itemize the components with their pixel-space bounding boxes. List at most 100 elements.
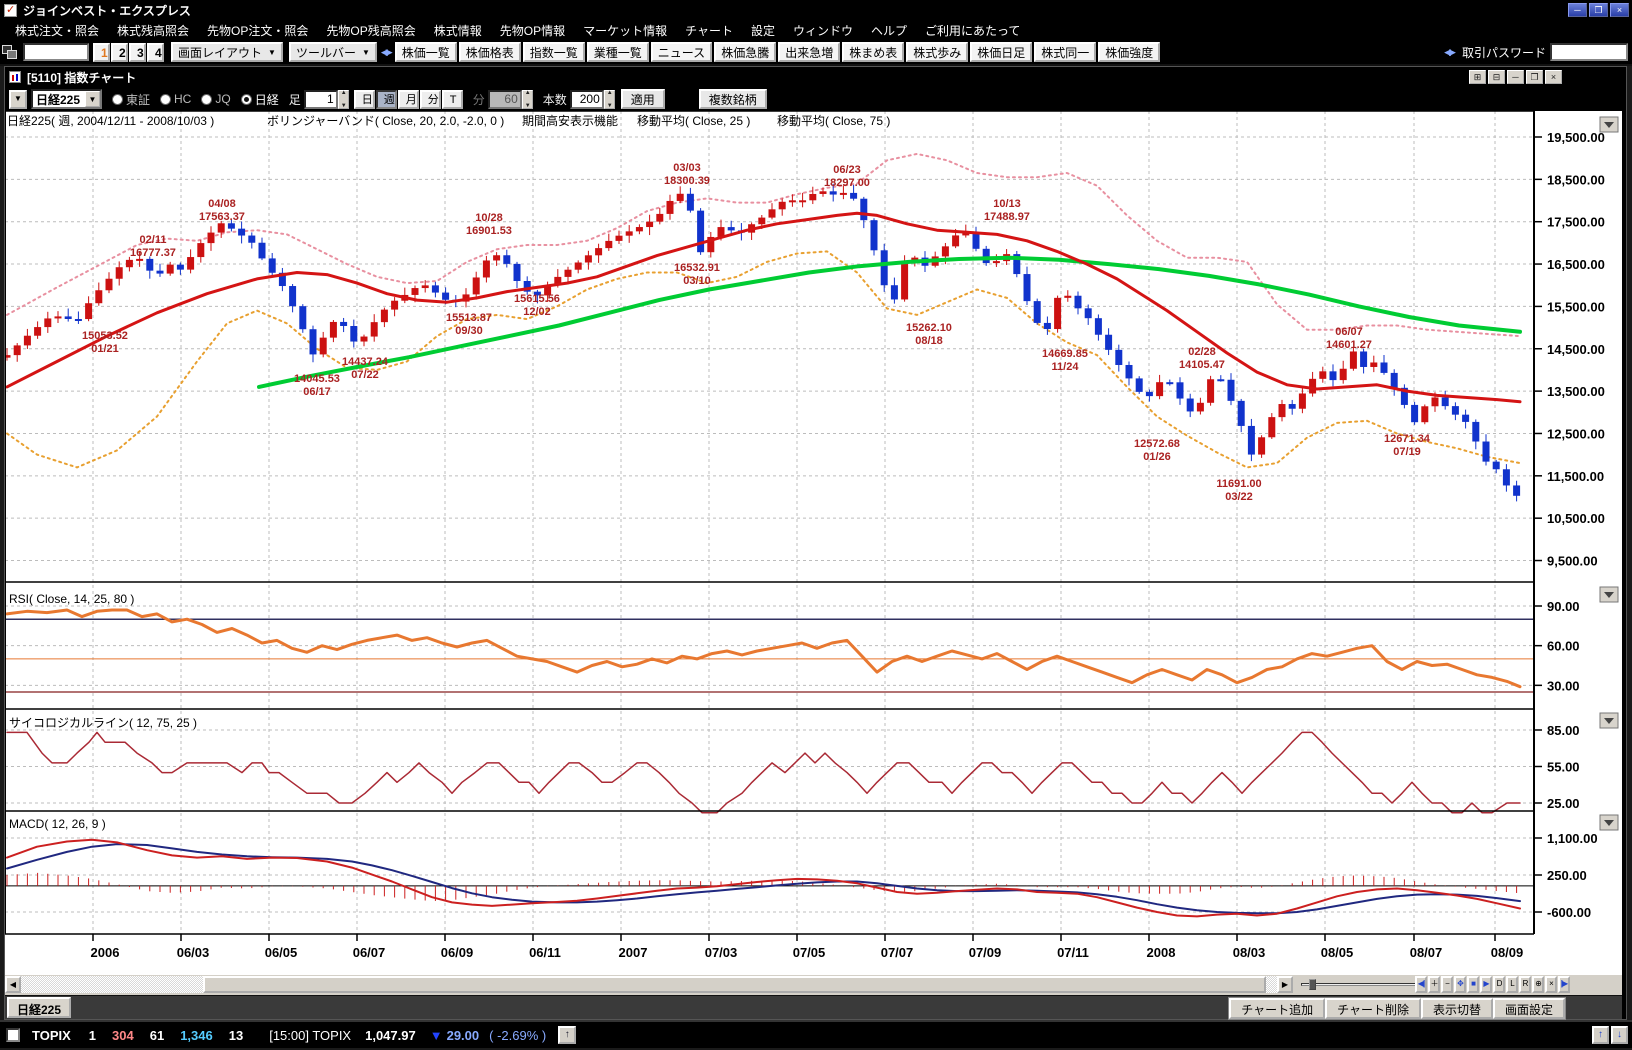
pane-dropdown-button[interactable] xyxy=(1599,586,1619,603)
market-radio-日経[interactable]: 日経 xyxy=(240,91,279,108)
status-arrow-button-1[interactable]: ↓ xyxy=(1611,1026,1628,1044)
scrollbar-track[interactable] xyxy=(21,976,1277,993)
toolbar-button-9[interactable]: 株価日足 xyxy=(970,42,1033,62)
toolbar-button-7[interactable]: 株まめ表 xyxy=(842,42,905,62)
svg-text:14669.85: 14669.85 xyxy=(1042,348,1088,360)
svg-text:06/23: 06/23 xyxy=(833,164,861,176)
zoom-out-icon[interactable]: − xyxy=(1441,976,1453,993)
status-change: 29.00 xyxy=(446,1027,480,1043)
menu-item-1[interactable]: 株式残高照会 xyxy=(108,20,198,41)
symbol-combo[interactable]: 日経225 ▼ xyxy=(31,89,102,109)
toolbar-button-6[interactable]: 出来急増 xyxy=(778,42,841,62)
play-icon[interactable]: ▶ xyxy=(1480,976,1492,993)
step-left-icon[interactable]: ◀| xyxy=(1415,976,1427,993)
menu-item-8[interactable]: 設定 xyxy=(742,20,784,41)
toolbar-button-4[interactable]: ニュース xyxy=(650,42,713,62)
cascade-windows-icon[interactable] xyxy=(2,44,19,61)
menu-item-11[interactable]: ご利用にあたって xyxy=(916,20,1029,41)
pan-icon[interactable]: ✥ xyxy=(1454,976,1466,993)
toolbar-button-10[interactable]: 株式同一 xyxy=(1034,42,1097,62)
period-button-日[interactable]: 日 xyxy=(353,89,375,109)
scrollbar-thumb[interactable] xyxy=(203,976,1266,993)
layout-3-button[interactable]: 3 xyxy=(129,42,146,62)
minimize-icon[interactable]: ─ xyxy=(1568,3,1587,17)
close-icon[interactable]: × xyxy=(1610,3,1629,17)
chart-body: 02/11 16777.37 04/08 17563.37 15053.52 01/21 1… xyxy=(5,110,1622,975)
menu-item-2[interactable]: 先物OP注文・照会 xyxy=(198,20,317,41)
toolbar-menu-button[interactable]: ツールバー ▼ xyxy=(288,42,377,62)
toolbar-button-11[interactable]: 株価強度 xyxy=(1098,42,1161,62)
toolbar-button-1[interactable]: 株価格表 xyxy=(458,42,521,62)
restore-icon[interactable]: ❐ xyxy=(1589,3,1608,17)
market-radio-JQ[interactable]: JQ xyxy=(201,92,231,106)
apply-button[interactable]: 適用 xyxy=(620,89,665,109)
clear-icon[interactable]: × xyxy=(1545,976,1557,993)
splitter-icon[interactable]: ◀▶ xyxy=(381,47,393,58)
menu-item-3[interactable]: 先物OP残高照会 xyxy=(317,20,424,41)
popup-window-icon[interactable]: ⊞ xyxy=(1469,70,1486,84)
menu-item-10[interactable]: ヘルプ xyxy=(862,20,916,41)
period-button-週[interactable]: 週 xyxy=(375,89,397,109)
layout-2-button[interactable]: 2 xyxy=(111,42,128,62)
symbol-history-dropdown[interactable]: ▼ xyxy=(9,89,27,109)
r-mode-icon[interactable]: R xyxy=(1519,976,1531,993)
chart-action-1[interactable]: チャート削除 xyxy=(1325,998,1421,1019)
pane-dropdown-button[interactable] xyxy=(1599,116,1619,133)
spinner-icon[interactable] xyxy=(603,89,615,109)
zoom-slider[interactable] xyxy=(1301,979,1417,990)
toolbar-button-5[interactable]: 株価急騰 xyxy=(714,42,777,62)
scroll-right-arrow[interactable]: ▶ xyxy=(1277,976,1293,993)
minute-input[interactable] xyxy=(487,89,522,109)
layout-1-button[interactable]: 1 xyxy=(93,42,110,62)
pane-dropdown-button[interactable] xyxy=(1599,814,1619,831)
d-mode-icon[interactable]: D xyxy=(1493,976,1505,993)
close-icon[interactable]: × xyxy=(1545,70,1562,84)
expand-up-button[interactable]: ↑ xyxy=(558,1026,577,1044)
market-radio-HC[interactable]: HC xyxy=(160,92,191,106)
svg-text:10,500.00: 10,500.00 xyxy=(1547,511,1605,526)
chart-action-3[interactable]: 画面設定 xyxy=(1492,998,1565,1019)
multi-symbol-button[interactable]: 複数銘柄 xyxy=(698,89,767,109)
pane-dropdown-button[interactable] xyxy=(1599,712,1619,729)
period-button-分[interactable]: 分 xyxy=(419,89,441,109)
status-arrow-button-0[interactable]: ↑ xyxy=(1592,1026,1609,1044)
minimize-icon[interactable]: ─ xyxy=(1507,70,1524,84)
spinner-icon[interactable] xyxy=(337,89,349,109)
window-controls: ─ ❐ × xyxy=(1568,3,1629,17)
status-checkbox[interactable] xyxy=(6,1028,20,1042)
period-button-月[interactable]: 月 xyxy=(397,89,419,109)
toolbar-button-2[interactable]: 指数一覧 xyxy=(522,42,585,62)
bars-input[interactable] xyxy=(569,89,604,109)
menu-item-9[interactable]: ウィンドウ xyxy=(784,20,862,41)
screen-layout-button[interactable]: 画面レイアウト ▼ xyxy=(171,42,283,62)
menu-item-0[interactable]: 株式注文・照会 xyxy=(6,20,108,41)
menu-item-6[interactable]: マーケット情報 xyxy=(574,20,676,41)
market-radio-東証[interactable]: 東証 xyxy=(112,91,150,108)
slider-thumb[interactable] xyxy=(1309,979,1316,990)
step-right-icon[interactable]: |▶ xyxy=(1558,976,1570,993)
l-mode-icon[interactable]: L xyxy=(1506,976,1518,993)
chart-action-0[interactable]: チャート追加 xyxy=(1229,998,1326,1019)
chart-action-2[interactable]: 表示切替 xyxy=(1420,998,1493,1019)
toolbar-button-3[interactable]: 業種一覧 xyxy=(586,42,649,62)
scroll-left-arrow[interactable]: ◀ xyxy=(5,976,21,993)
stop-icon[interactable]: ■ xyxy=(1467,976,1479,993)
menu-item-5[interactable]: 先物OP情報 xyxy=(491,20,574,41)
splitter-icon[interactable]: ◀▶ xyxy=(1444,47,1456,58)
toolbar-button-8[interactable]: 株式歩み xyxy=(906,42,969,62)
trade-password-input[interactable] xyxy=(1550,43,1628,61)
zoom-in-icon[interactable]: ＋ xyxy=(1428,976,1440,993)
tab-nikkei225[interactable]: 日経225 xyxy=(7,997,72,1018)
period-button-T[interactable]: T xyxy=(441,89,463,109)
toolbar-button-0[interactable]: 株価一覧 xyxy=(394,42,457,62)
restore-icon[interactable]: ❐ xyxy=(1526,70,1543,84)
quick-code-input[interactable] xyxy=(23,43,89,61)
layout-icon[interactable]: ⊟ xyxy=(1488,70,1505,84)
ashi-input[interactable] xyxy=(303,89,338,109)
spinner-icon[interactable] xyxy=(521,89,533,109)
menu-item-7[interactable]: チャート xyxy=(676,20,742,41)
layout-4-button[interactable]: 4 xyxy=(147,42,164,62)
magnify-icon[interactable]: ⊕ xyxy=(1532,976,1544,993)
menu-item-4[interactable]: 株式情報 xyxy=(425,20,491,41)
chevron-down-icon[interactable]: ▼ xyxy=(85,91,100,107)
